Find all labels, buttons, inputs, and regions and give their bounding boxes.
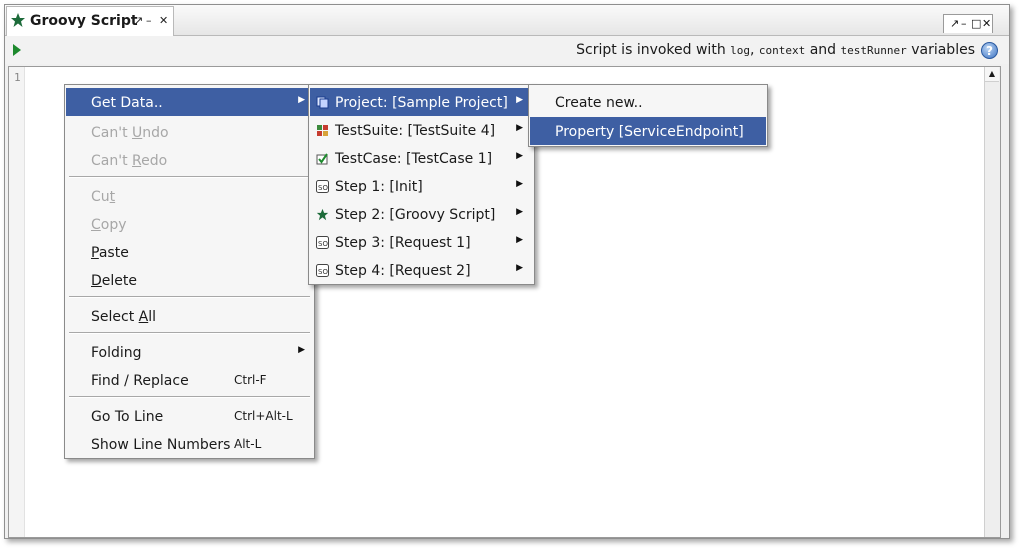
menu-separator	[69, 396, 310, 398]
menu-separator	[69, 296, 310, 298]
request-step-icon: SO	[316, 180, 329, 193]
menu-item-paste[interactable]: Paste	[66, 238, 313, 266]
vertical-scrollbar[interactable]: ▲	[984, 67, 1000, 537]
submenu-arrow-icon: ▶	[516, 179, 523, 189]
line-number-gutter: 1	[9, 67, 25, 537]
tab-groovy-script[interactable]: Groovy Script ↗ – ✕	[6, 6, 174, 36]
maximize-window-icon[interactable]: □	[971, 17, 981, 30]
menu-item-find-replace[interactable]: Find / Replace Ctrl-F	[66, 366, 313, 394]
menu-item-cut[interactable]: Cut	[66, 182, 313, 210]
tab-strip: Groovy Script ↗ – ✕ ↗ – □ ✕	[5, 5, 1009, 36]
script-toolbar: Script is invoked with log, context and …	[5, 36, 1009, 64]
play-icon[interactable]	[12, 44, 22, 60]
submenu-arrow-icon: ▶	[516, 207, 523, 217]
submenu-arrow-icon: ▶	[298, 95, 305, 105]
menu-item-create-new[interactable]: Create new..	[530, 88, 766, 116]
menu-item-select-all[interactable]: Select All	[66, 302, 313, 330]
scroll-up-icon[interactable]: ▲	[985, 67, 999, 82]
submenu-arrow-icon: ▶	[298, 345, 305, 355]
submenu-arrow-icon: ▶	[516, 235, 523, 245]
request-step-icon: SO	[316, 236, 329, 249]
menu-item-testcase[interactable]: TestCase: [TestCase 1] ▶	[310, 144, 533, 172]
close-icon[interactable]: ✕	[159, 14, 168, 28]
menu-separator	[69, 332, 310, 334]
menu-separator	[69, 176, 310, 178]
menu-item-project[interactable]: Project: [Sample Project] ▶	[310, 88, 533, 116]
menu-item-get-data[interactable]: Get Data.. ▶	[66, 88, 313, 116]
shortcut-label: Ctrl-F	[234, 373, 267, 387]
line-number: 1	[14, 71, 21, 84]
help-icon[interactable]: ?	[981, 42, 998, 59]
menu-item-undo[interactable]: Can't Undo	[66, 118, 313, 146]
tab-title: Groovy Script	[30, 13, 138, 29]
svg-text:SO: SO	[318, 240, 328, 248]
window-controls: ↗ – □ ✕	[943, 14, 993, 33]
menu-item-property-service-endpoint[interactable]: Property [ServiceEndpoint]	[530, 117, 766, 145]
detach-window-icon[interactable]: ↗	[950, 17, 959, 30]
menu-item-delete[interactable]: Delete	[66, 266, 313, 294]
testsuite-icon	[316, 124, 329, 137]
menu-item-redo[interactable]: Can't Redo	[66, 146, 313, 174]
project-property-submenu: Create new.. Property [ServiceEndpoint]	[528, 84, 768, 147]
menu-item-step-1[interactable]: SO Step 1: [Init] ▶	[310, 172, 533, 200]
menu-item-copy[interactable]: Copy	[66, 210, 313, 238]
testcase-icon	[316, 152, 329, 165]
project-icon	[316, 96, 329, 109]
close-window-icon[interactable]: ✕	[982, 17, 991, 30]
detach-icon[interactable]: ↗	[134, 14, 143, 28]
submenu-arrow-icon: ▶	[516, 95, 523, 105]
minimize-window-icon[interactable]: –	[961, 17, 967, 30]
menu-item-testsuite[interactable]: TestSuite: [TestSuite 4] ▶	[310, 116, 533, 144]
submenu-arrow-icon: ▶	[516, 123, 523, 133]
svg-text:SO: SO	[318, 184, 328, 192]
menu-item-folding[interactable]: Folding ▶	[66, 338, 313, 366]
menu-item-show-line-numbers[interactable]: Show Line Numbers Alt-L	[66, 430, 313, 458]
shortcut-label: Alt-L	[234, 437, 262, 451]
menu-item-step-3[interactable]: SO Step 3: [Request 1] ▶	[310, 228, 533, 256]
submenu-arrow-icon: ▶	[516, 263, 523, 273]
groovy-star-icon	[316, 208, 329, 221]
shortcut-label: Ctrl+Alt-L	[234, 409, 293, 423]
svg-text:SO: SO	[318, 268, 328, 276]
menu-item-go-to-line[interactable]: Go To Line Ctrl+Alt-L	[66, 402, 313, 430]
request-step-icon: SO	[316, 264, 329, 277]
groovy-star-icon	[10, 12, 26, 32]
menu-item-step-4[interactable]: SO Step 4: [Request 2] ▶	[310, 256, 533, 284]
submenu-arrow-icon: ▶	[516, 151, 523, 161]
minimize-icon[interactable]: –	[146, 14, 152, 28]
get-data-submenu: Project: [Sample Project] ▶ TestSuite: […	[308, 84, 535, 285]
editor-context-menu: Get Data.. ▶ Can't Undo Can't Redo Cut C…	[64, 84, 315, 459]
menu-item-step-2[interactable]: Step 2: [Groovy Script] ▶	[310, 200, 533, 228]
invoke-hint: Script is invoked with log, context and …	[576, 42, 975, 58]
